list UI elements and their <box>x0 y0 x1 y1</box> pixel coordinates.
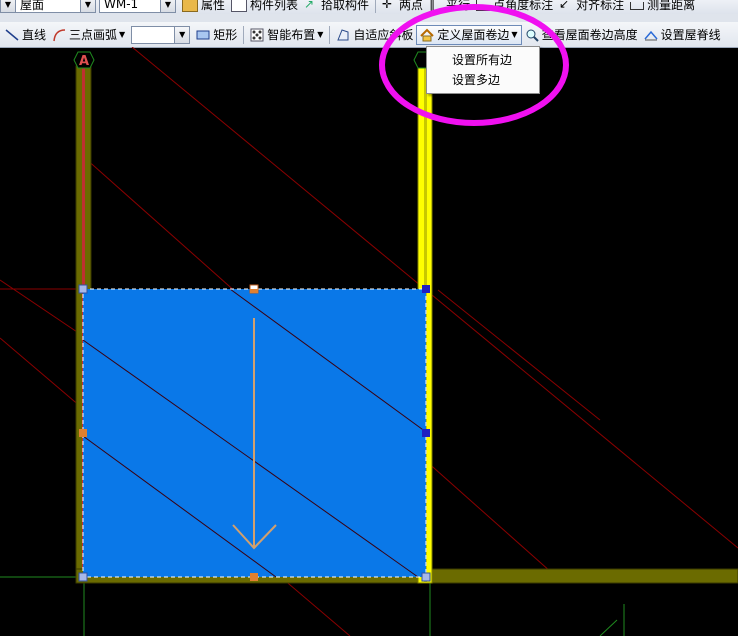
align-icon: ↙ <box>559 0 570 11</box>
pick-component-button[interactable]: ↗ 拾取构件 <box>301 0 372 14</box>
rectangle-icon <box>196 28 210 42</box>
component-combo[interactable]: WM-1 ▼ <box>99 0 176 13</box>
ruler-icon <box>630 2 645 10</box>
define-roof-edge-menu: 设置所有边 设置多边 <box>426 46 540 94</box>
measure-distance-button[interactable]: 测量距离 <box>627 0 698 14</box>
magnifier-icon <box>525 28 539 42</box>
top-toolbar: ▼ 屋面 ▼ WM-1 ▼ 属性 构件列表 ↗ 拾取构件 ✛ 两点 ∥ 平行 点… <box>0 0 738 15</box>
attribute-icon <box>182 0 198 12</box>
line-button[interactable]: 直线 <box>2 25 49 45</box>
define-roof-edge-button[interactable]: 定义屋面卷边 ▼ <box>416 24 522 45</box>
parallel-icon: ∥ <box>429 0 436 11</box>
angle-icon <box>476 0 491 11</box>
chevron-down-icon[interactable]: ▼ <box>174 26 190 43</box>
layer-combo-dropdown[interactable]: ▼ <box>1 0 16 12</box>
set-ridge-line-button[interactable]: 设置屋脊线 <box>641 25 724 45</box>
layer-combo[interactable]: ▼ 屋面 ▼ <box>0 0 96 13</box>
menu-item-set-all-edges[interactable]: 设置所有边 <box>427 50 539 70</box>
layer-combo-value: 屋面 <box>20 0 45 12</box>
attribute-button[interactable]: 属性 <box>179 0 228 14</box>
angle-dimension-button[interactable]: 点角度标注 <box>473 0 556 14</box>
drawing-canvas[interactable]: A <box>0 47 738 636</box>
draw-toolbar: 直线 三点画弧 ▼ ▼ 矩形 智能布置 ▼ 自适应斜板 定义屋面卷边 ▼ 查看屋… <box>0 22 738 48</box>
parallel-button[interactable]: ∥ 平行 <box>426 0 473 14</box>
axis-label: A <box>79 54 89 69</box>
line-icon <box>5 28 19 42</box>
list-icon <box>231 0 248 12</box>
axis-bubble: A <box>73 51 95 69</box>
chevron-down-icon[interactable]: ▼ <box>160 0 175 12</box>
roof-edge-icon <box>420 28 435 42</box>
adaptive-slope-slab-button[interactable]: 自适应斜板 <box>333 25 416 45</box>
three-point-arc-button[interactable]: 三点画弧 ▼ <box>49 25 128 45</box>
smart-layout-icon <box>250 28 264 42</box>
slope-slab-icon <box>336 28 350 42</box>
cross-icon: ✛ <box>382 0 393 11</box>
component-list-button[interactable]: 构件列表 <box>228 0 301 14</box>
chevron-down-icon[interactable]: ▼ <box>511 30 517 39</box>
chevron-down-icon[interactable]: ▼ <box>119 30 125 39</box>
component-combo-value: WM-1 <box>104 0 139 11</box>
chevron-down-icon[interactable]: ▼ <box>80 0 95 12</box>
grid-lines <box>0 576 738 636</box>
ridge-line-icon <box>644 28 658 42</box>
chevron-down-icon[interactable]: ▼ <box>317 30 323 39</box>
view-roof-edge-height-button[interactable]: 查看屋面卷边高度 <box>522 25 641 45</box>
rectangle-button[interactable]: 矩形 <box>193 25 240 45</box>
pick-arrow-icon: ↗ <box>304 0 315 11</box>
menu-item-set-multiple-edges[interactable]: 设置多边 <box>427 70 539 90</box>
smart-layout-button[interactable]: 智能布置 ▼ <box>247 25 326 45</box>
align-dimension-button[interactable]: ↙ 对齐标注 <box>556 0 627 14</box>
arc-icon <box>52 28 66 42</box>
draw-mode-combo[interactable]: ▼ <box>131 25 191 44</box>
two-point-button[interactable]: ✛ 两点 <box>379 0 426 14</box>
